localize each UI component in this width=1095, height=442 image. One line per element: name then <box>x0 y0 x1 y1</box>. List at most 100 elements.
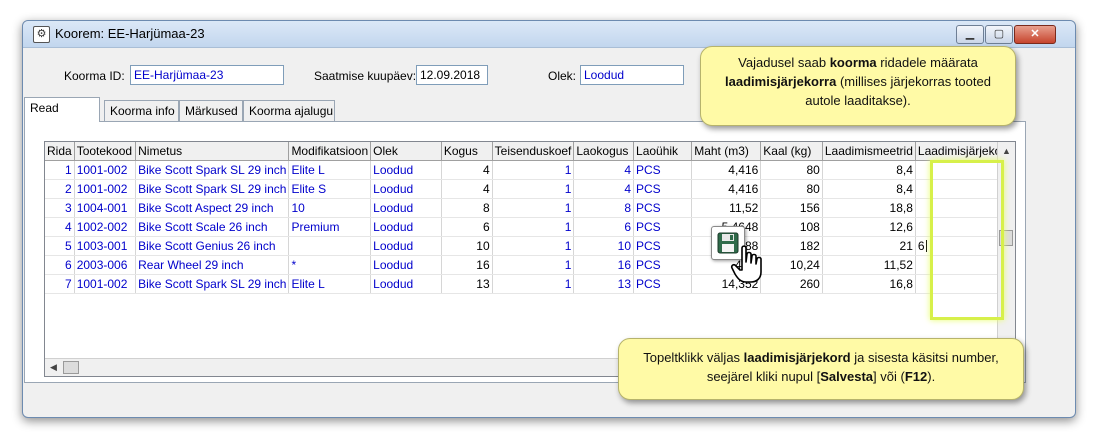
table-row[interactable]: 6 2003-006 Rear Wheel 29 inch * Loodud 1… <box>45 255 1015 275</box>
cell-teisenduskoef[interactable]: 1 <box>492 198 575 218</box>
olek-field[interactable]: Loodud <box>580 65 684 85</box>
minimize-button[interactable]: ▁ <box>956 25 984 44</box>
col-header-kogus[interactable]: Kogus <box>441 142 493 161</box>
table-row[interactable]: 3 1004-001 Bike Scott Aspect 29 inch 10 … <box>45 198 1015 218</box>
cell-kogus[interactable]: 13 <box>441 274 493 294</box>
cell-laadimismeetrid[interactable]: 12,6 <box>822 217 916 237</box>
cell-nimetus[interactable]: Bike Scott Spark SL 29 inch <box>135 160 290 180</box>
cell-tootekood[interactable]: 1001-002 <box>74 160 137 180</box>
cell-laoyhik[interactable]: PCS <box>633 274 693 294</box>
scroll-up-icon[interactable]: ▲ <box>1002 146 1011 156</box>
cell-laadimismeetrid[interactable]: 8,4 <box>822 179 916 199</box>
cell-laadimismeetrid[interactable]: 18,8 <box>822 198 916 218</box>
maximize-button[interactable]: ▢ <box>985 25 1013 44</box>
cell-teisenduskoef[interactable]: 1 <box>492 217 575 237</box>
cell-nimetus[interactable]: Bike Scott Scale 26 inch <box>135 217 290 237</box>
cell-modifikatsioon[interactable] <box>288 236 372 256</box>
cell-laadimismeetrid[interactable]: 11,52 <box>822 255 916 275</box>
cell-kogus[interactable]: 6 <box>441 217 493 237</box>
cell-kaal[interactable]: 80 <box>760 160 823 180</box>
cell-laokogus[interactable]: 8 <box>573 198 635 218</box>
cell-olek[interactable]: Loodud <box>370 217 442 237</box>
edit-value[interactable]: 6 <box>918 239 925 253</box>
col-header-nimetus[interactable]: Nimetus <box>135 142 290 161</box>
cell-olek[interactable]: Loodud <box>370 255 442 275</box>
cell-laokogus[interactable]: 10 <box>573 236 635 256</box>
cell-laokogus[interactable]: 13 <box>573 274 635 294</box>
cell-kaal[interactable]: 10,24 <box>760 255 823 275</box>
cell-rida[interactable]: 7 <box>45 274 75 294</box>
cell-tootekood[interactable]: 1001-002 <box>74 179 137 199</box>
cell-rida[interactable]: 5 <box>45 236 75 256</box>
cell-nimetus[interactable]: Rear Wheel 29 inch <box>135 255 290 275</box>
cell-laokogus[interactable]: 6 <box>573 217 635 237</box>
cell-laokogus[interactable]: 4 <box>573 179 635 199</box>
cell-modifikatsioon[interactable]: Elite S <box>288 179 372 199</box>
cell-modifikatsioon[interactable]: 10 <box>288 198 372 218</box>
cell-laoyhik[interactable]: PCS <box>633 198 693 218</box>
close-button[interactable]: ✕ <box>1014 25 1056 44</box>
cell-maht[interactable]: 4,416 <box>691 160 762 180</box>
cell-teisenduskoef[interactable]: 1 <box>492 274 575 294</box>
cell-laokogus[interactable]: 16 <box>573 255 635 275</box>
cell-olek[interactable]: Loodud <box>370 198 442 218</box>
cell-kaal[interactable]: 156 <box>760 198 823 218</box>
cell-olek[interactable]: Loodud <box>370 236 442 256</box>
cell-kaal[interactable]: 80 <box>760 179 823 199</box>
col-header-rida[interactable]: Rida <box>45 142 75 161</box>
cell-kaal[interactable]: 108 <box>760 217 823 237</box>
tab-markused[interactable]: Märkused <box>179 100 243 121</box>
cell-nimetus[interactable]: Bike Scott Aspect 29 inch <box>135 198 290 218</box>
cell-nimetus[interactable]: Bike Scott Spark SL 29 inch <box>135 274 290 294</box>
cell-modifikatsioon[interactable]: * <box>288 255 372 275</box>
cell-olek[interactable]: Loodud <box>370 160 442 180</box>
col-header-modifikatsioon[interactable]: Modifikatsioon <box>288 142 372 161</box>
cell-teisenduskoef[interactable]: 1 <box>492 179 575 199</box>
cell-kogus[interactable]: 10 <box>441 236 493 256</box>
cell-maht[interactable]: 4,416 <box>691 179 762 199</box>
col-header-laoyhik[interactable]: Laoühik <box>633 142 693 161</box>
cell-tootekood[interactable]: 1003-001 <box>74 236 137 256</box>
cell-laokogus[interactable]: 4 <box>573 160 635 180</box>
col-header-olek[interactable]: Olek <box>370 142 442 161</box>
cell-tootekood[interactable]: 1002-002 <box>74 217 137 237</box>
table-row[interactable]: 1 1001-002 Bike Scott Spark SL 29 inch E… <box>45 160 1015 180</box>
tab-koorma-info[interactable]: Koorma info <box>104 100 179 121</box>
cell-modifikatsioon[interactable]: Elite L <box>288 274 372 294</box>
cell-rida[interactable]: 3 <box>45 198 75 218</box>
col-header-laokogus[interactable]: Laokogus <box>573 142 635 161</box>
cell-rida[interactable]: 2 <box>45 179 75 199</box>
col-header-laadimismeetrid[interactable]: Laadimismeetrid <box>822 142 916 161</box>
cell-tootekood[interactable]: 2003-006 <box>74 255 137 275</box>
tab-read[interactable]: Read <box>24 97 100 122</box>
col-header-tootekood[interactable]: Tootekood <box>74 142 137 161</box>
cell-tootekood[interactable]: 1004-001 <box>74 198 137 218</box>
cell-rida[interactable]: 1 <box>45 160 75 180</box>
app-icon[interactable]: ⚙ <box>33 26 50 43</box>
cell-kogus[interactable]: 4 <box>441 160 493 180</box>
cell-laoyhik[interactable]: PCS <box>633 217 693 237</box>
table-row[interactable]: 4 1002-002 Bike Scott Scale 26 inch Prem… <box>45 217 1015 237</box>
cell-maht[interactable]: 11,52 <box>691 198 762 218</box>
col-header-maht[interactable]: Maht (m3) <box>691 142 762 161</box>
cell-laoyhik[interactable]: PCS <box>633 179 693 199</box>
cell-teisenduskoef[interactable]: 1 <box>492 255 575 275</box>
cell-laoyhik[interactable]: PCS <box>633 160 693 180</box>
cell-laoyhik[interactable]: PCS <box>633 236 693 256</box>
table-row[interactable]: 7 1001-002 Bike Scott Spark SL 29 inch E… <box>45 274 1015 294</box>
scroll-left-icon[interactable]: ◀ <box>50 362 57 373</box>
table-row[interactable]: 5 1003-001 Bike Scott Genius 26 inch Loo… <box>45 236 1015 256</box>
cell-tootekood[interactable]: 1001-002 <box>74 274 137 294</box>
table-row[interactable]: 2 1001-002 Bike Scott Spark SL 29 inch E… <box>45 179 1015 199</box>
cell-kaal[interactable]: 260 <box>760 274 823 294</box>
col-header-teisenduskoef[interactable]: Teisenduskoef <box>492 142 575 161</box>
cell-laadimismeetrid[interactable]: 21 <box>822 236 916 256</box>
cell-kogus[interactable]: 16 <box>441 255 493 275</box>
cell-olek[interactable]: Loodud <box>370 274 442 294</box>
tab-koorma-ajalugu[interactable]: Koorma ajalugu <box>243 100 335 121</box>
cell-olek[interactable]: Loodud <box>370 179 442 199</box>
cell-kogus[interactable]: 4 <box>441 179 493 199</box>
koorma-id-field[interactable]: EE-Harjümaa-23 <box>130 65 284 85</box>
cell-laadimismeetrid[interactable]: 8,4 <box>822 160 916 180</box>
cell-teisenduskoef[interactable]: 1 <box>492 160 575 180</box>
